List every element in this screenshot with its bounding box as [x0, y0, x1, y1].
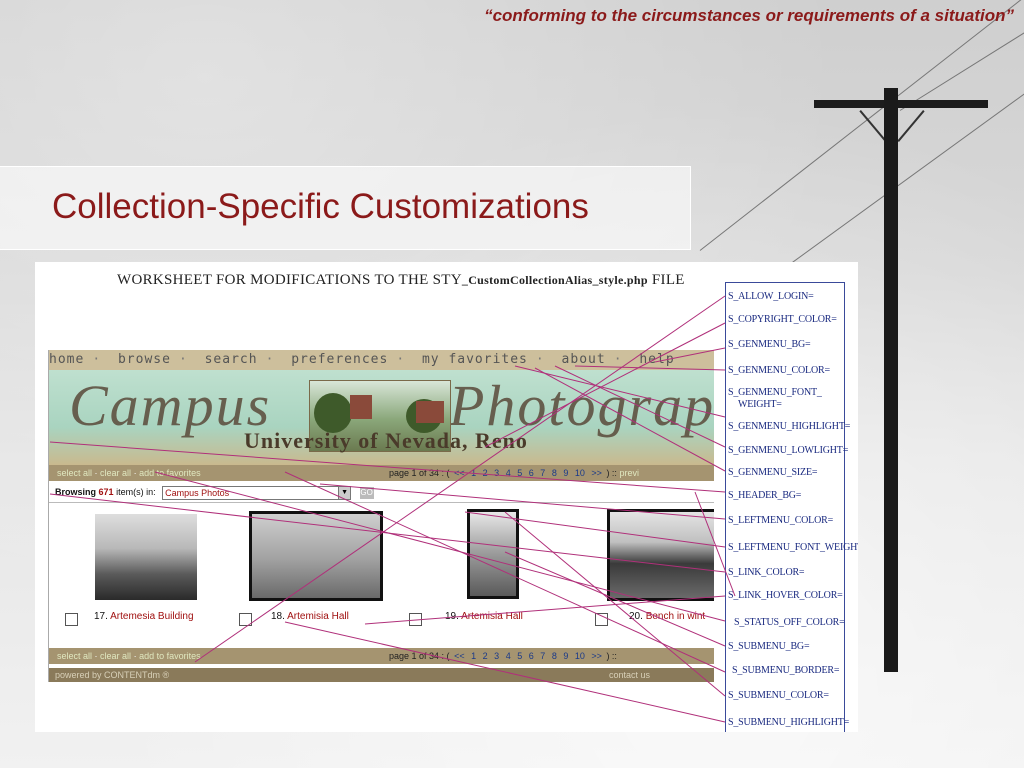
- worksheet-panel: WORKSHEET FOR MODIFICATIONS TO THE STY_C…: [35, 262, 858, 732]
- mapping-line: [194, 295, 726, 663]
- mapping-line: [654, 347, 726, 363]
- mapping-line: [514, 365, 726, 418]
- title-band: Collection-Specific Customizations: [0, 166, 691, 250]
- mapping-line: [284, 621, 726, 723]
- mapping-line: [464, 511, 726, 548]
- mapping-line: [319, 483, 726, 520]
- definition-quote: “conforming to the circumstances or requ…: [484, 6, 1014, 25]
- mapping-line: [574, 365, 726, 371]
- slide-title: Collection-Specific Customizations: [52, 187, 589, 226]
- mapping-line: [284, 471, 726, 673]
- mapping-line: [484, 322, 726, 448]
- utility-pole: [884, 88, 898, 672]
- mapping-lines: [49, 295, 736, 723]
- mapping-line: [364, 595, 726, 625]
- mapping-line: [504, 511, 726, 697]
- mapping-line: [554, 365, 726, 448]
- pole-crossarm: [814, 100, 988, 108]
- mapping-line: [49, 441, 726, 493]
- mapping-line: [534, 367, 726, 472]
